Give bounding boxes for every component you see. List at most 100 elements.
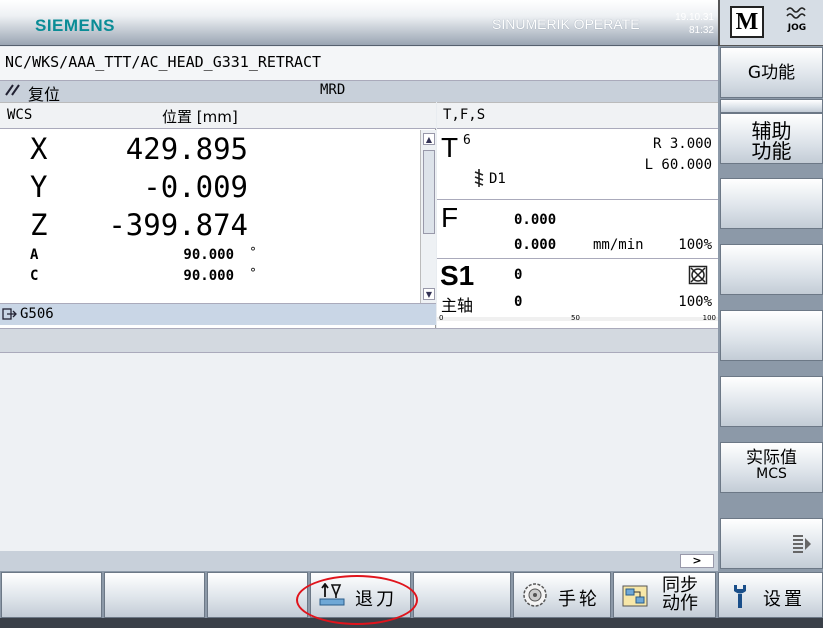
- axis-value: -399.874: [108, 208, 248, 242]
- softkey-label-line2: 功能: [751, 139, 792, 163]
- scrollbar-thumb[interactable]: [423, 150, 435, 234]
- reset-slash-icon: [4, 82, 22, 102]
- next-page-softkey[interactable]: [720, 518, 823, 569]
- tool-d-number: D1: [489, 171, 506, 187]
- siemens-logo: SIEMENS: [35, 16, 116, 35]
- axis-name: Y: [30, 170, 48, 204]
- tool-radius: R 3.000: [652, 136, 712, 152]
- frame-icon: [2, 307, 18, 324]
- scroll-up-icon[interactable]: ▲: [423, 133, 435, 145]
- hsk-2[interactable]: [104, 572, 205, 618]
- header-bar: SIEMENS SINUMERIK OPERATE 19.10.31 81:32: [0, 0, 718, 46]
- machine-mode-button[interactable]: M: [730, 6, 764, 38]
- tfs-header: T,F,S: [437, 102, 718, 129]
- axis-value: 90.000: [183, 247, 234, 263]
- wrench-icon: [731, 583, 749, 613]
- softkey-4[interactable]: [720, 244, 823, 295]
- g-code: G506: [20, 306, 54, 322]
- spindle-override: 100%: [678, 294, 712, 310]
- softkey-5[interactable]: [720, 310, 823, 361]
- axis-position-panel: WCS 位置 [mm] X 429.895 Y -0.009 Z -399.87…: [0, 102, 436, 328]
- position-label: 位置 [mm]: [162, 108, 238, 126]
- tfs-label: T,F,S: [443, 107, 486, 123]
- hsk-1[interactable]: [1, 572, 102, 618]
- sync-actions-softkey[interactable]: 同步 动作: [613, 572, 716, 618]
- axis-value: -0.009: [143, 170, 248, 204]
- axis-name: X: [30, 132, 48, 166]
- softkey-6[interactable]: [720, 376, 823, 427]
- tool-length: L 60.000: [644, 157, 712, 173]
- softkey-3[interactable]: [720, 178, 823, 229]
- axis-value: 429.895: [125, 132, 248, 166]
- hsk-5[interactable]: [413, 572, 511, 618]
- program-path: NC/WKS/AAA_TTT/AC_HEAD_G331_RETRACT: [5, 53, 322, 71]
- divider: [437, 258, 718, 259]
- hsk-3[interactable]: [207, 572, 308, 618]
- feed-override: 100%: [678, 237, 712, 253]
- axis-name: A: [30, 247, 39, 263]
- horizontal-scroll-row: >: [0, 551, 718, 571]
- softkey-label-line1: 实际值: [746, 448, 797, 468]
- axis-header: WCS 位置 [mm]: [0, 102, 436, 129]
- vertical-softkey-bar: G功能 辅助 功能 实际值 MCS: [718, 46, 823, 571]
- g-code-bar: G506: [0, 303, 436, 325]
- spindle-letter: S1: [440, 260, 475, 291]
- horizontal-softkey-bar: 退刀 手轮 同步 动作 设置: [0, 571, 823, 618]
- spindle-value-1: 0: [514, 267, 523, 283]
- degree-symbol: °: [250, 266, 256, 280]
- date-text: 19.10.31: [675, 12, 714, 23]
- axis-name: Z: [30, 208, 48, 242]
- feed-letter: F: [441, 202, 459, 233]
- datetime: 19.10.31 81:32: [660, 11, 714, 37]
- axis-name: C: [30, 268, 39, 284]
- blank-softkey-spacer: [720, 99, 823, 113]
- settings-softkey[interactable]: 设置: [718, 572, 823, 618]
- softkey-label: 退刀: [355, 589, 397, 610]
- jog-label: JOG: [787, 23, 807, 33]
- handwheel-icon: [522, 582, 548, 612]
- next-page-icon: [792, 533, 812, 559]
- bottom-strip: [0, 618, 823, 628]
- divider: [437, 199, 718, 200]
- scroll-right-button[interactable]: >: [680, 554, 714, 568]
- axis-scrollbar[interactable]: ▲ ▼: [420, 130, 436, 304]
- spindle-stop-icon: [688, 265, 708, 289]
- drill-icon: [473, 169, 485, 191]
- tick-100: 100: [702, 314, 716, 322]
- feed-value-2: 0.000: [514, 237, 557, 253]
- aux-function-softkey[interactable]: 辅助 功能: [720, 113, 823, 164]
- wcs-label: WCS: [7, 107, 33, 123]
- channel-status-bar: 复位 MRD: [0, 81, 718, 104]
- actual-value-mcs-softkey[interactable]: 实际值 MCS: [720, 442, 823, 493]
- retract-icon: [319, 582, 345, 611]
- sync-actions-icon: [622, 585, 648, 611]
- product-name: SINUMERIK OPERATE: [492, 16, 640, 32]
- program-path-bar: NC/WKS/AAA_TTT/AC_HEAD_G331_RETRACT: [0, 47, 718, 81]
- info-band: [0, 328, 718, 353]
- spindle-value-2: 0: [514, 294, 523, 310]
- axis-value: 90.000: [183, 268, 234, 284]
- work-area: [0, 353, 718, 551]
- tick-0: 0: [439, 314, 444, 322]
- mrd-label: MRD: [320, 82, 346, 98]
- spindle-label: 主轴: [441, 296, 474, 315]
- handwheel-softkey[interactable]: 手轮: [513, 572, 611, 618]
- softkey-label: 设置: [763, 589, 805, 610]
- feed-unit: mm/min: [593, 237, 644, 253]
- jog-wave-icon: [776, 6, 818, 23]
- softkey-label: 手轮: [558, 589, 600, 610]
- retract-softkey[interactable]: 退刀: [310, 572, 411, 618]
- mode-box: M JOG: [718, 0, 823, 46]
- jog-mode-button[interactable]: JOG: [776, 6, 818, 38]
- g-function-softkey[interactable]: G功能: [720, 47, 823, 98]
- softkey-label-line2: 动作: [662, 593, 698, 614]
- softkey-label-line1: 辅助: [751, 119, 792, 143]
- tick-50: 50: [571, 314, 580, 322]
- degree-symbol: °: [250, 245, 256, 259]
- tfs-panel: T,F,S T 6 R 3.000 L 60.000 D1 F 0.000 0.…: [437, 102, 718, 328]
- softkey-label-line2: MCS: [756, 466, 787, 482]
- tool-letter: T: [441, 132, 459, 163]
- scroll-down-icon[interactable]: ▼: [423, 288, 435, 300]
- feed-value-1: 0.000: [514, 212, 557, 228]
- softkey-label: G功能: [747, 63, 796, 83]
